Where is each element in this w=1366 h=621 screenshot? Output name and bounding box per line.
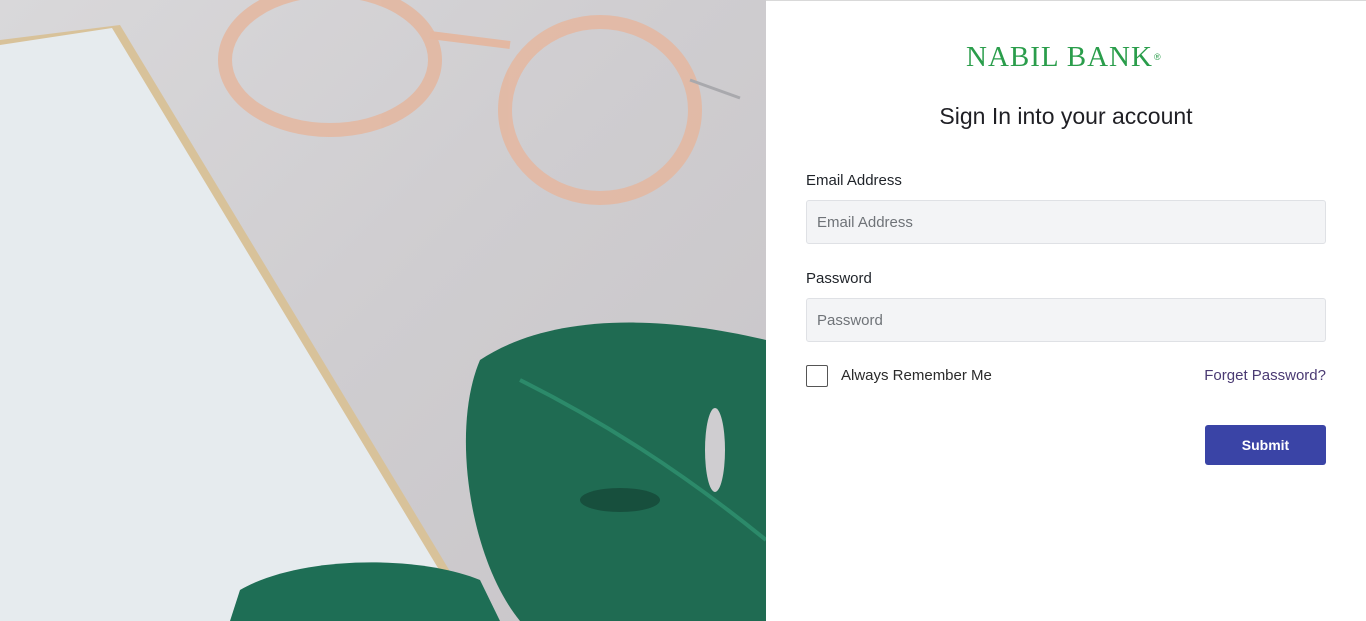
password-field[interactable] <box>806 298 1326 342</box>
submit-button[interactable]: Submit <box>1205 425 1326 465</box>
email-label: Email Address <box>806 172 902 189</box>
logo-text: NABIL BANK <box>966 40 1153 73</box>
login-panel: NABIL BANK ® Sign In into your account E… <box>766 0 1366 621</box>
registered-mark: ® <box>1153 52 1161 62</box>
remember-label: Always Remember Me <box>841 367 992 384</box>
password-label: Password <box>806 270 872 287</box>
forgot-password-link[interactable]: Forget Password? <box>1204 367 1326 384</box>
glasses <box>218 0 702 205</box>
hero-image <box>0 0 766 621</box>
bank-logo: NABIL BANK ® <box>966 39 1166 75</box>
remember-checkbox[interactable] <box>806 365 828 387</box>
page-title: Sign In into your account <box>939 103 1193 129</box>
hero-illustration <box>0 0 766 621</box>
email-field[interactable] <box>806 200 1326 244</box>
